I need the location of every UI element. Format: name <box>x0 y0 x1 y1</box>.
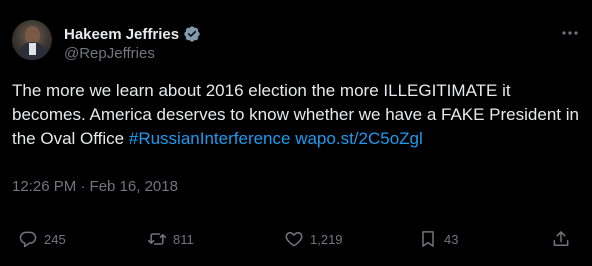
hashtag-link[interactable]: #RussianInterference <box>129 129 291 148</box>
author-handle[interactable]: @RepJeffries <box>64 45 155 62</box>
like-count: 1,219 <box>310 231 343 247</box>
bookmark-button[interactable]: 43 <box>418 226 458 252</box>
more-options-icon[interactable] <box>560 26 580 40</box>
author-name-row: Hakeem Jeffries <box>64 24 201 44</box>
verified-badge-icon[interactable] <box>183 25 201 43</box>
heart-icon <box>285 232 303 247</box>
reply-button[interactable]: 245 <box>18 226 66 252</box>
share-button[interactable] <box>551 226 571 252</box>
retweet-count: 811 <box>173 231 194 247</box>
tweet-card: Hakeem Jeffries @RepJeffries The more we… <box>0 0 592 266</box>
retweet-icon <box>147 233 167 245</box>
like-button[interactable]: 1,219 <box>284 226 343 252</box>
tweet-timestamp[interactable]: 12:26 PM · Feb 16, 2018 <box>12 178 178 195</box>
avatar-shirt <box>29 43 36 55</box>
action-bar: 245 811 1,219 43 <box>0 226 592 252</box>
author-display-name[interactable]: Hakeem Jeffries <box>64 26 179 43</box>
retweet-button[interactable]: 811 <box>147 226 194 252</box>
share-icon <box>553 231 569 246</box>
avatar[interactable] <box>12 20 52 60</box>
reply-icon <box>19 231 37 248</box>
bookmark-count: 43 <box>444 231 459 247</box>
bookmark-icon <box>422 231 434 247</box>
tweet-text: The more we learn about 2016 election th… <box>12 79 582 151</box>
reply-count: 245 <box>44 231 66 247</box>
url-link[interactable]: wapo.st/2C5oZgl <box>295 129 423 148</box>
